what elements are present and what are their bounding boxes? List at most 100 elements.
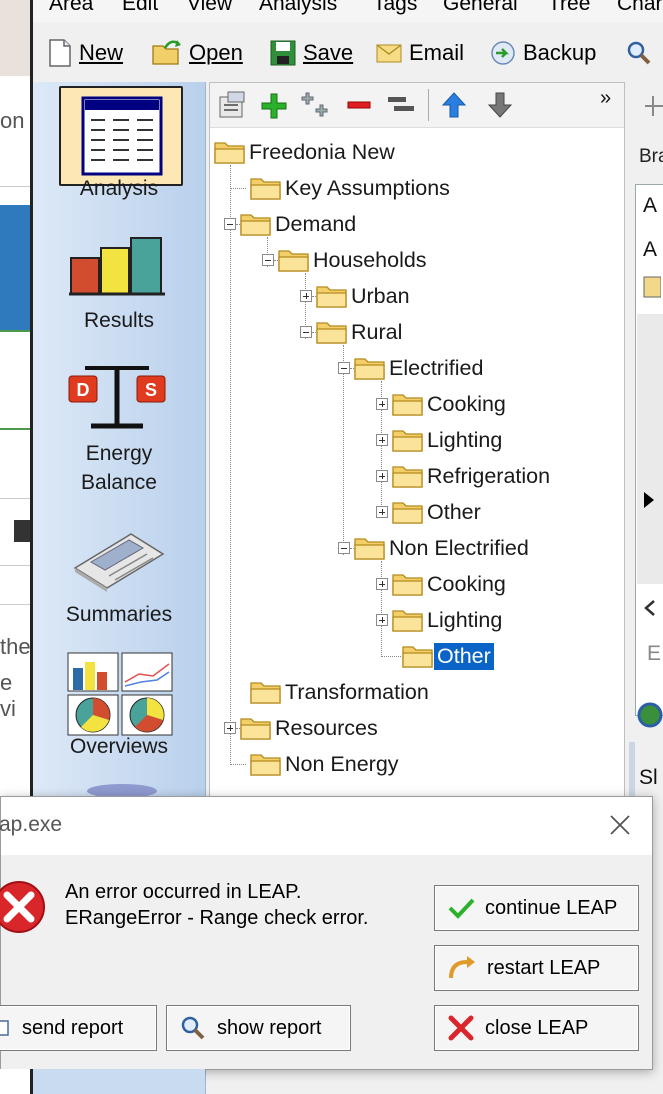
background-text: the xyxy=(0,634,30,659)
tree-node-electrified-lighting[interactable]: Lighting xyxy=(376,425,505,455)
tree-node-label: Resources xyxy=(275,715,378,740)
search-icon xyxy=(627,41,651,65)
tree-node-demand[interactable]: Demand xyxy=(224,209,359,239)
folder-icon xyxy=(402,643,434,669)
tree-node-root[interactable]: Freedonia New xyxy=(214,137,398,167)
tree-node-label: Lighting xyxy=(427,607,503,632)
close-icon[interactable] xyxy=(608,813,632,837)
right-panel-label: Bra xyxy=(639,146,663,167)
expand-toggle[interactable] xyxy=(376,506,388,518)
expand-toggle[interactable] xyxy=(224,722,236,734)
expand-toggle[interactable] xyxy=(376,398,388,410)
energy-balance-icon[interactable]: D S xyxy=(65,362,169,432)
splitter-handle[interactable] xyxy=(629,742,635,802)
menu-tree[interactable]: Tree xyxy=(548,0,590,16)
tree-node-non-electrified-lighting[interactable]: Lighting xyxy=(376,605,505,635)
tree-node-electrified[interactable]: Electrified xyxy=(338,353,486,383)
collapse-toggle[interactable] xyxy=(338,362,350,374)
email-button[interactable]: Email xyxy=(375,36,464,70)
collapse-toggle[interactable] xyxy=(224,218,236,230)
continue-leap-button[interactable]: continue LEAP xyxy=(434,885,639,931)
toolbar-overflow-chevron[interactable]: » xyxy=(600,87,611,110)
menu-tags[interactable]: Tags xyxy=(373,0,417,16)
restart-leap-button[interactable]: restart LEAP xyxy=(434,945,639,991)
backup-label: Backup xyxy=(523,40,597,65)
tree-guide xyxy=(381,656,401,657)
right-grid-area xyxy=(637,314,663,584)
chart-icon[interactable] xyxy=(643,274,661,298)
new-button[interactable]: New xyxy=(47,36,123,70)
tree-node-rural[interactable]: Rural xyxy=(300,317,405,347)
tree-node-non-electrified[interactable]: Non Electrified xyxy=(338,533,532,563)
tree-node-label: Non Electrified xyxy=(389,535,529,560)
background-blue-panel xyxy=(0,205,30,330)
send-report-button[interactable]: send report xyxy=(0,1005,157,1051)
tree-node-resources[interactable]: Resources xyxy=(224,713,381,743)
menu-chart[interactable]: Char xyxy=(617,0,663,16)
folder-icon xyxy=(392,391,424,417)
pin-icon[interactable] xyxy=(643,94,663,118)
nav-results-label[interactable]: Results xyxy=(33,309,205,333)
expand-toggle[interactable] xyxy=(376,614,388,626)
tree-node-electrified-refrigeration[interactable]: Refrigeration xyxy=(376,461,553,491)
nav-energy-balance-label-line2[interactable]: Balance xyxy=(33,471,205,495)
nav-overviews-label[interactable]: Overviews xyxy=(33,735,205,759)
add-multiple-icon[interactable] xyxy=(300,91,332,121)
tree-node-electrified-cooking[interactable]: Cooking xyxy=(376,389,509,419)
menu-edit[interactable]: Edit xyxy=(122,0,158,16)
nav-analysis-label[interactable]: Analysis xyxy=(33,177,205,201)
collapse-toggle[interactable] xyxy=(338,542,350,554)
collapse-toggle[interactable] xyxy=(262,254,274,266)
expand-toggle[interactable] xyxy=(376,470,388,482)
tree-node-label: Key Assumptions xyxy=(285,175,450,200)
folder-icon xyxy=(354,355,386,381)
results-icon[interactable] xyxy=(69,230,169,296)
tree-node-non-electrified-other[interactable]: Other xyxy=(402,641,494,671)
move-down-arrow-icon[interactable] xyxy=(486,91,514,119)
delete-branch-icon[interactable] xyxy=(346,95,372,115)
save-button[interactable]: Save xyxy=(269,36,353,70)
expand-toggle[interactable] xyxy=(376,434,388,446)
search-button[interactable] xyxy=(625,36,659,70)
summaries-newspaper-icon[interactable] xyxy=(71,528,167,594)
background-icon xyxy=(14,520,30,542)
backup-button[interactable]: Backup xyxy=(489,36,596,70)
expand-toggle[interactable] xyxy=(376,578,388,590)
tree-node-key-assumptions[interactable]: Key Assumptions xyxy=(250,173,453,203)
menu-analysis[interactable]: Analysis xyxy=(259,0,337,16)
scroll-left-icon[interactable] xyxy=(643,598,657,618)
background-divider xyxy=(0,565,30,566)
background-divider xyxy=(0,498,30,499)
collapse-toggle[interactable] xyxy=(300,326,312,338)
tree-node-non-electrified-cooking[interactable]: Cooking xyxy=(376,569,509,599)
menu-view[interactable]: View xyxy=(187,0,232,16)
right-panel-label: A xyxy=(643,194,658,217)
move-up-arrow-icon[interactable] xyxy=(440,91,468,119)
menu-bar: Area Edit View Analysis Tags General Tre… xyxy=(33,0,663,22)
nav-energy-balance-label-line1[interactable]: Energy xyxy=(33,442,205,466)
expand-toggle[interactable] xyxy=(300,290,312,302)
folder-icon xyxy=(354,535,386,561)
tree-node-label: Lighting xyxy=(427,427,503,452)
open-button[interactable]: Open xyxy=(151,36,243,70)
tree-panel: » Freedonia New Key Assumptions Demand H… xyxy=(209,82,625,804)
tree-node-non-energy[interactable]: Non Energy xyxy=(250,749,402,779)
tree-node-electrified-other[interactable]: Other xyxy=(376,497,484,527)
rename-icon[interactable] xyxy=(386,93,416,117)
close-leap-button[interactable]: close LEAP xyxy=(434,1005,639,1051)
nav-summaries-label[interactable]: Summaries xyxy=(33,603,205,627)
tree-node-households[interactable]: Households xyxy=(262,245,430,275)
add-branch-icon[interactable] xyxy=(260,92,288,120)
background-green-line xyxy=(0,428,30,430)
tree-node-urban[interactable]: Urban xyxy=(300,281,413,311)
dialog-title: ap.exe xyxy=(0,813,63,836)
menu-area[interactable]: Area xyxy=(49,0,93,16)
show-report-button[interactable]: show report xyxy=(166,1005,351,1051)
tree-node-transformation[interactable]: Transformation xyxy=(250,677,432,707)
analysis-nav-highlight[interactable] xyxy=(59,86,183,186)
globe-icon[interactable] xyxy=(637,702,663,728)
menu-general[interactable]: General xyxy=(443,0,518,16)
tree-node-label: Non Energy xyxy=(285,751,399,776)
properties-icon[interactable] xyxy=(218,91,248,119)
overviews-icon[interactable] xyxy=(67,652,173,736)
